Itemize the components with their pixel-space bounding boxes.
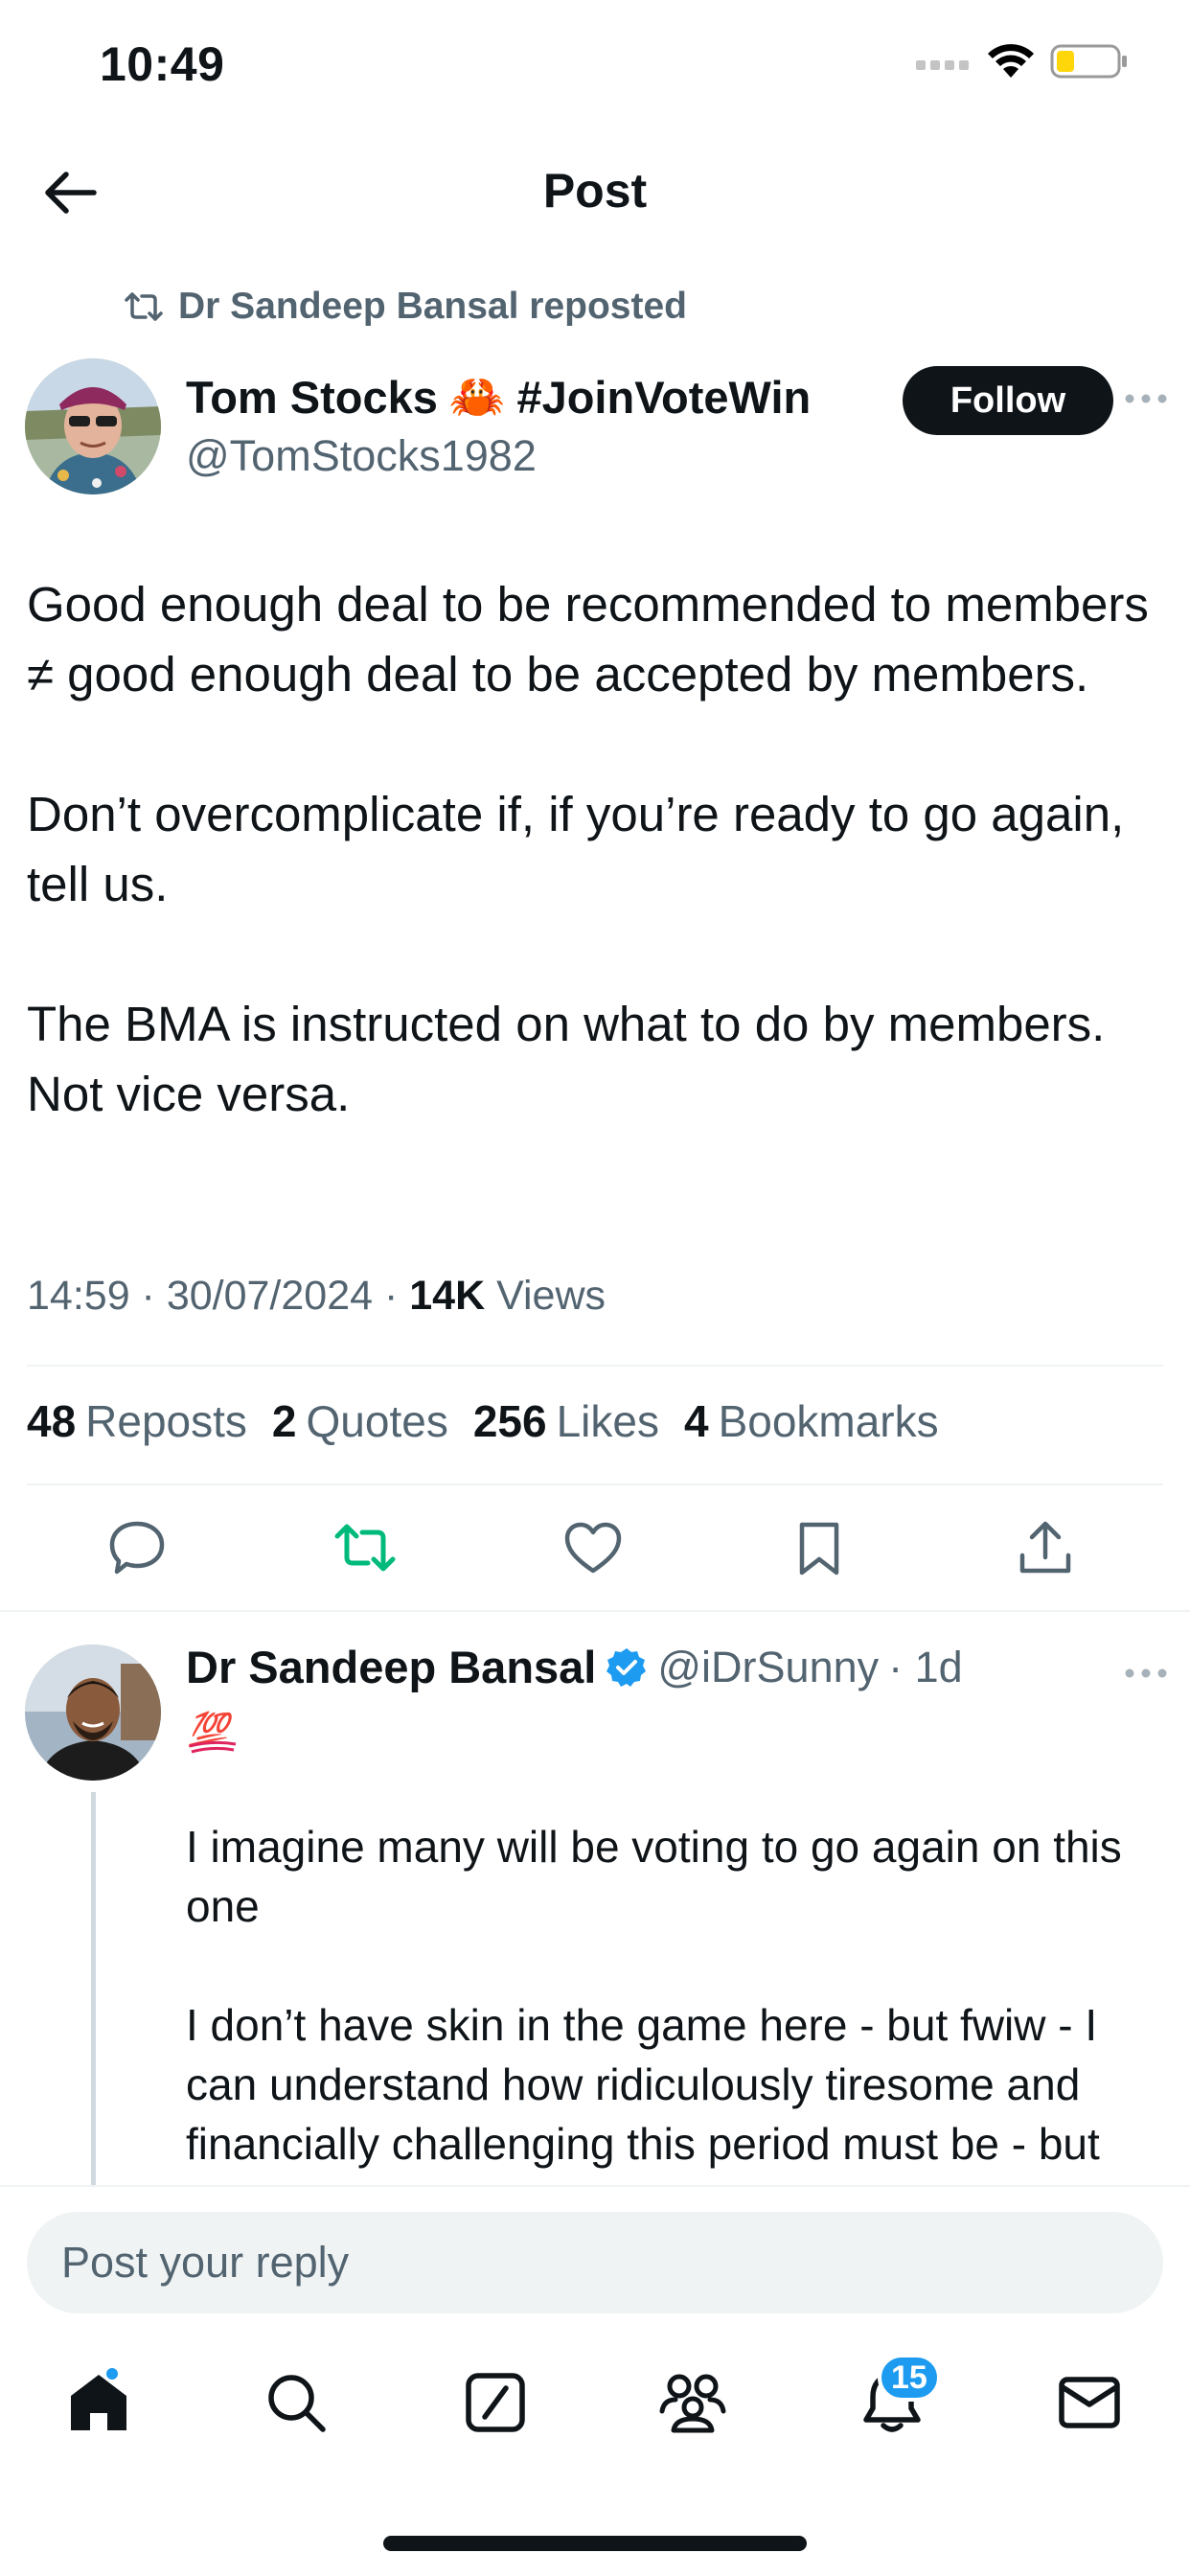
post-paragraph: Don’t overcomplicate if, if you’re ready… [27, 787, 1125, 911]
home-indicator [383, 2536, 807, 2551]
quotes-label: Quotes [306, 1396, 448, 1446]
reply-composer [0, 2185, 1190, 2319]
likes-count: 256 [472, 1396, 547, 1446]
bookmark-button[interactable] [786, 1514, 853, 1581]
reply-item[interactable]: Dr Sandeep Bansal @iDrSunny · 1d 💯 I ima… [0, 1620, 1190, 2185]
status-time: 10:49 [100, 37, 225, 91]
author-hashtag: #JoinVoteWin [516, 371, 812, 423]
avatar[interactable] [25, 358, 161, 494]
post-paragraph: Good enough deal to be recommended to me… [27, 577, 1149, 702]
reply-input[interactable] [27, 2212, 1163, 2313]
reply-paragraph: I imagine many will be voting to go agai… [186, 1822, 1122, 1931]
tab-communities[interactable] [650, 2359, 736, 2446]
wifi-icon [987, 43, 1035, 84]
post-text: Good enough deal to be recommended to me… [27, 569, 1167, 1129]
reply-paragraph: I don’t have skin in the game here - but… [186, 2000, 1100, 2169]
more-horizontal-icon [1125, 1668, 1167, 1678]
more-options-button[interactable] [1117, 380, 1175, 418]
tab-search[interactable] [253, 2359, 339, 2446]
repost-indicator[interactable]: Dr Sandeep Bansal reposted [123, 286, 687, 328]
post-meta: 14:59 · 30/07/2024 · 14K Views [27, 1273, 606, 1320]
heart-icon [564, 1522, 622, 1574]
post-paragraph: The BMA is instructed on what to do by m… [27, 997, 1106, 1121]
share-icon [1019, 1521, 1071, 1574]
reply-time: · 1d [888, 1642, 963, 1691]
reposts-count: 48 [27, 1396, 77, 1446]
bookmarks-label: Bookmarks [718, 1396, 939, 1446]
more-horizontal-icon [1125, 394, 1167, 403]
post-timestamp: 14:59 · 30/07/2024 · [27, 1273, 410, 1319]
tab-notifications[interactable]: 15 [849, 2354, 941, 2446]
reposts-label: Reposts [85, 1396, 247, 1446]
reply-author-handle[interactable]: @iDrSunny [657, 1643, 879, 1692]
divider [27, 1484, 1163, 1485]
home-icon [71, 2375, 126, 2430]
views-label: Views [485, 1273, 606, 1319]
bottom-tab-bar: 15 [0, 2338, 1190, 2472]
battery-icon [1050, 42, 1129, 85]
quotes-count: 2 [271, 1396, 297, 1446]
likes-label: Likes [556, 1396, 659, 1446]
reply-more-button[interactable] [1117, 1654, 1175, 1692]
tab-home[interactable] [56, 2359, 142, 2446]
reposts-stat[interactable]: 48 Reposts [27, 1395, 247, 1447]
crab-emoji: 🦀 [448, 371, 506, 422]
reply-author-name[interactable]: Dr Sandeep Bansal [186, 1641, 596, 1693]
reply-button[interactable] [103, 1514, 171, 1581]
unread-dot [103, 2365, 121, 2382]
mail-icon [1059, 2377, 1120, 2428]
avatar[interactable] [25, 1644, 161, 1781]
quotes-stat[interactable]: 2 Quotes [272, 1395, 448, 1447]
divider [0, 1610, 1190, 1612]
like-button[interactable] [560, 1514, 627, 1581]
grok-icon [466, 2373, 525, 2432]
thread-line [91, 1792, 96, 2185]
repost-label: Dr Sandeep Bansal reposted [178, 286, 687, 327]
likes-stat[interactable]: 256 Likes [473, 1395, 659, 1447]
repost-button[interactable] [332, 1514, 399, 1581]
post-header: Post [0, 134, 1190, 249]
author-handle[interactable]: @TomStocks1982 [186, 431, 537, 481]
communities-icon [659, 2374, 726, 2433]
status-bar: 10:49 [0, 0, 1190, 134]
reply-icon [109, 1521, 165, 1575]
page-title: Post [542, 164, 648, 218]
views-count: 14K [409, 1273, 486, 1319]
author-name-text: Tom Stocks [186, 371, 438, 423]
cellular-signal-icon [916, 52, 972, 76]
repost-icon [334, 1524, 396, 1572]
tab-grok[interactable] [452, 2359, 538, 2446]
notifications-badge: 15 [878, 2354, 941, 2402]
hundred-points-emoji: 💯 [186, 1702, 240, 1760]
post-author: Tom Stocks 🦀 #JoinVoteWin @TomStocks1982… [25, 358, 1167, 502]
status-icons [916, 42, 1129, 85]
verified-badge-icon [606, 1647, 647, 1687]
share-button[interactable] [1012, 1514, 1079, 1581]
follow-button[interactable]: Follow [903, 366, 1113, 435]
reply-text: I imagine many will be voting to go agai… [186, 1817, 1163, 2185]
reply-header: Dr Sandeep Bansal @iDrSunny · 1d [186, 1641, 963, 1693]
repost-icon [125, 292, 163, 321]
bookmark-icon [799, 1522, 839, 1576]
post-actions [0, 1514, 1190, 1581]
divider [27, 1365, 1163, 1367]
bookmarks-stat[interactable]: 4 Bookmarks [684, 1395, 939, 1447]
tab-messages[interactable] [1046, 2359, 1133, 2446]
search-icon [268, 2375, 326, 2432]
author-name[interactable]: Tom Stocks 🦀 #JoinVoteWin [186, 370, 811, 424]
bookmarks-count: 4 [683, 1396, 709, 1446]
post-stats: 48 Reposts 2 Quotes 256 Likes 4 Bookmarks [27, 1395, 939, 1447]
